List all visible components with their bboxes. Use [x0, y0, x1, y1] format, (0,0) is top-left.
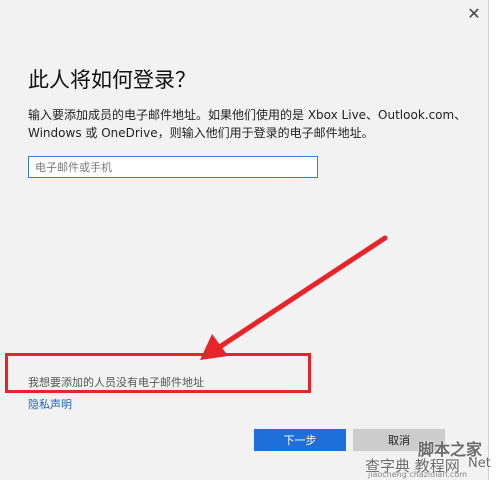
- annotation-arrow: [200, 235, 388, 360]
- watermark-net: Net: [468, 456, 491, 471]
- watermark-url: jiaocheng.chazidian.com: [368, 470, 468, 479]
- arrow-shaft: [215, 235, 388, 351]
